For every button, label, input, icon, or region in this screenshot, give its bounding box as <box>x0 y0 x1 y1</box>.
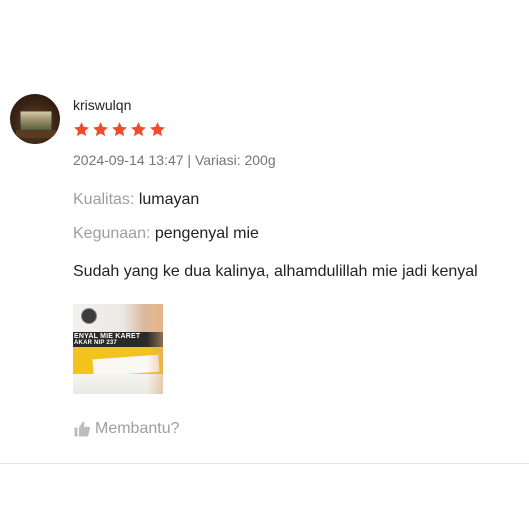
photo-label-text-2: AKAR NIP 237 <box>74 340 117 346</box>
review-attribute-usage: Kegunaan: pengenyal mie <box>73 225 259 243</box>
thumbs-up-icon <box>74 421 91 437</box>
attribute-value: pengenyal mie <box>154 225 259 242</box>
product-review: kriswulqn 2024-09-14 13:47 | Variasi: 20… <box>0 0 529 529</box>
attribute-key: Kegunaan: <box>73 225 151 242</box>
star-icon <box>131 122 146 137</box>
reviewer-username: kriswulqn <box>73 97 132 113</box>
review-comment: Sudah yang ke dua kalinya, alhamdulillah… <box>73 263 478 280</box>
attribute-value: lumayan <box>138 191 200 208</box>
star-icon <box>112 122 127 137</box>
star-icon <box>74 122 89 137</box>
helpful-button[interactable]: Membantu? <box>73 420 180 438</box>
review-attribute-quality: Kualitas: lumayan <box>73 191 199 209</box>
photo-label-text-1: ENYAL MIE KARET <box>74 333 141 340</box>
review-photo-thumbnail[interactable]: ENYAL MIE KARET AKAR NIP 237 <box>73 304 163 394</box>
avatar-photo-detail-base <box>16 130 56 138</box>
review-divider <box>0 463 529 464</box>
photo-brand-logo <box>81 308 97 324</box>
star-rating <box>73 121 166 138</box>
helpful-label: Membantu? <box>95 420 180 437</box>
star-icon <box>150 122 165 137</box>
star-icon <box>93 122 108 137</box>
attribute-key: Kualitas: <box>73 191 135 208</box>
avatar[interactable] <box>10 94 60 144</box>
photo-background-edge <box>147 304 163 394</box>
avatar-photo-detail <box>20 111 52 131</box>
review-meta: 2024-09-14 13:47 | Variasi: 200g <box>73 152 276 168</box>
